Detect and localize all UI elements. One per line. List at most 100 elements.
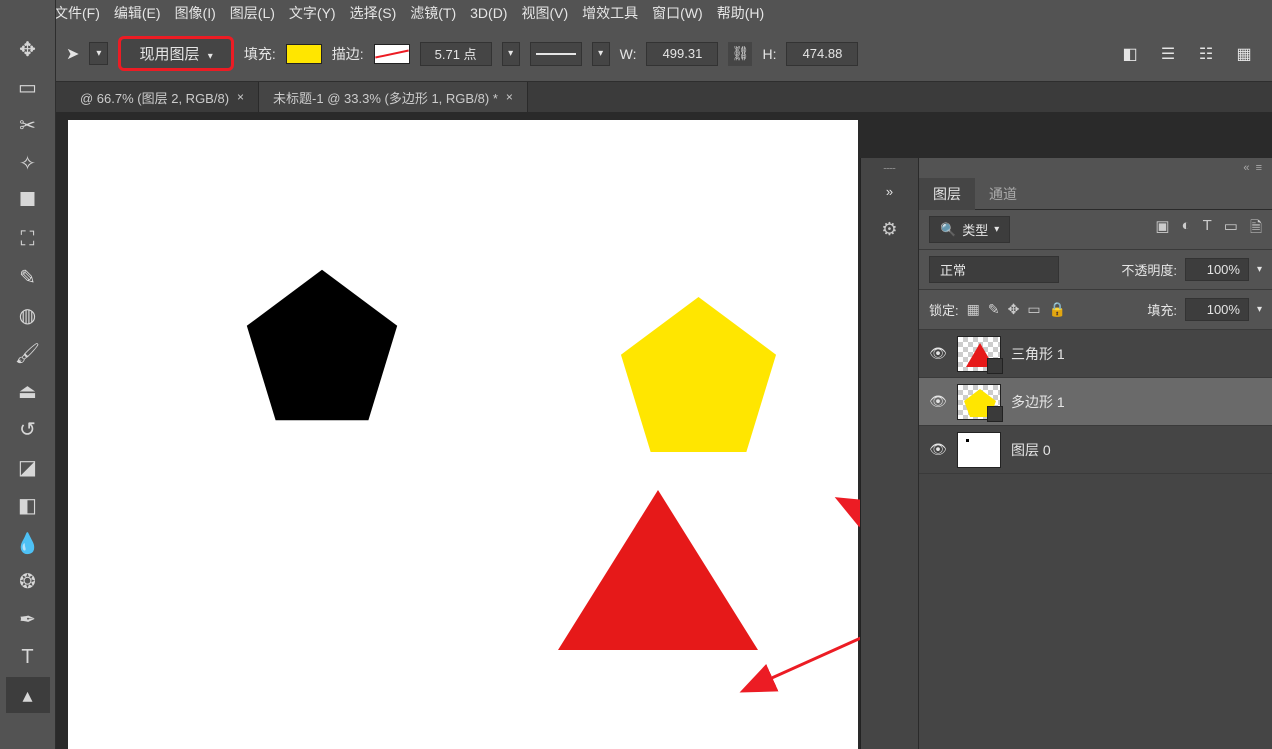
visibility-icon[interactable]: 👁: [929, 393, 947, 410]
tab-layers[interactable]: 图层: [919, 178, 975, 210]
menu-file[interactable]: 文件(F): [48, 1, 106, 25]
panel-dock: ┈┈ » ⚙: [861, 158, 919, 749]
blend-mode-dropdown[interactable]: 正常: [929, 256, 1059, 283]
panel-tabs: 图层 通道: [919, 178, 1272, 210]
align-edges-icon[interactable]: ◧: [1120, 44, 1140, 64]
type-tool[interactable]: T: [6, 639, 50, 675]
panels: ┈┈ » ⚙ « ≡ 图层 通道 🔍 类型 ▾ ▣ ◐ T ▭ 🗎: [860, 158, 1272, 749]
filter-adjust-icon[interactable]: ◐: [1182, 217, 1191, 242]
layer-row-polygon[interactable]: 👁 多边形 1: [919, 378, 1272, 426]
stamp-tool[interactable]: ⏏: [6, 373, 50, 409]
properties-panel-icon[interactable]: ⚙: [881, 219, 897, 240]
menu-layer[interactable]: 图层(L): [224, 1, 281, 25]
layer-row-background[interactable]: 👁 图层 0: [919, 426, 1272, 474]
lock-brush-icon[interactable]: ✎: [988, 301, 1000, 318]
lock-row: 锁定: ▦ ✎ ✥ ▭ 🔒 填充: 100% ▾: [919, 290, 1272, 330]
search-icon: 🔍: [940, 222, 956, 238]
filter-type-icon[interactable]: T: [1203, 217, 1212, 242]
options-right-icons: ◧ ☰ ☷ ▦: [1120, 44, 1272, 64]
opacity-arrow[interactable]: ▾: [1257, 264, 1262, 275]
panel-menu-icon[interactable]: ≡: [1256, 162, 1262, 174]
filter-kind-dropdown[interactable]: 🔍 类型 ▾: [929, 216, 1010, 243]
lock-all-icon[interactable]: 🔒: [1049, 301, 1066, 318]
path-options-icon[interactable]: ▦: [1234, 44, 1254, 64]
vector-mask-badge[interactable]: [987, 358, 1003, 374]
history-brush-tool[interactable]: ↺: [6, 411, 50, 447]
lock-position-icon[interactable]: ✥: [1008, 301, 1020, 318]
blur-tool[interactable]: 💧: [6, 525, 50, 561]
doc-tab-1-title: @ 66.7% (图层 2, RGB/8): [80, 88, 229, 107]
layer-name[interactable]: 图层 0: [1011, 440, 1051, 460]
fill-swatch[interactable]: [286, 44, 322, 64]
menu-select[interactable]: 选择(S): [344, 1, 403, 25]
eyedropper-tool[interactable]: ✎: [6, 259, 50, 295]
lock-artboard-icon[interactable]: ▭: [1027, 301, 1040, 318]
eraser-tool[interactable]: ◪: [6, 449, 50, 485]
dock-collapse-icon[interactable]: »: [886, 184, 893, 199]
layer-row-triangle[interactable]: 👁 三角形 1: [919, 330, 1272, 378]
filter-pixel-icon[interactable]: ▣: [1155, 217, 1169, 242]
close-icon[interactable]: ×: [237, 90, 244, 104]
canvas[interactable]: [68, 120, 858, 749]
layers-list: 👁 三角形 1 👁 多边形 1: [919, 330, 1272, 749]
wand-tool[interactable]: ✧: [6, 145, 50, 181]
frame-tool[interactable]: ⛶: [6, 221, 50, 257]
vector-mask-badge[interactable]: [987, 406, 1003, 422]
close-icon[interactable]: ×: [506, 90, 513, 104]
brush-tool[interactable]: 🖌: [6, 335, 50, 371]
w-field[interactable]: 499.31: [646, 42, 718, 66]
fill-opacity-field[interactable]: 100%: [1185, 298, 1249, 321]
menu-type[interactable]: 文字(Y): [283, 1, 342, 25]
menu-edit[interactable]: 编辑(E): [108, 1, 167, 25]
layer-name[interactable]: 多边形 1: [1011, 392, 1065, 412]
visibility-icon[interactable]: 👁: [929, 441, 947, 458]
layer-name[interactable]: 三角形 1: [1011, 344, 1065, 364]
tab-channels[interactable]: 通道: [975, 178, 1031, 210]
arrow-tool-icon[interactable]: ➤: [66, 44, 79, 64]
menu-help[interactable]: 帮助(H): [711, 1, 770, 25]
gradient-tool[interactable]: ◧: [6, 487, 50, 523]
menu-plugins[interactable]: 增效工具: [576, 1, 644, 25]
lock-pixels-icon[interactable]: ▦: [967, 301, 980, 318]
shape-triangle-red[interactable]: [553, 490, 763, 650]
doc-tab-2[interactable]: 未标题-1 @ 33.3% (多边形 1, RGB/8) * ×: [259, 82, 528, 112]
filter-smart-icon[interactable]: 🗎: [1250, 217, 1262, 242]
link-wh-icon[interactable]: ⛓: [728, 42, 752, 66]
path-align-icon[interactable]: ☰: [1158, 44, 1178, 64]
stroke-width-field[interactable]: 5.71 点: [420, 42, 492, 66]
tool-preset-dropdown[interactable]: ▾: [89, 42, 108, 65]
menu-view[interactable]: 视图(V): [515, 1, 574, 25]
menu-3d[interactable]: 3D(D): [464, 3, 513, 23]
sponge-tool[interactable]: ❂: [6, 563, 50, 599]
crop-tool[interactable]: ⯀: [6, 183, 50, 219]
layer-thumb[interactable]: [957, 432, 1001, 468]
h-field[interactable]: 474.88: [786, 42, 858, 66]
opacity-field[interactable]: 100%: [1185, 258, 1249, 281]
path-select-tool[interactable]: ▴: [6, 677, 50, 713]
w-label: W:: [620, 46, 637, 62]
shape-pentagon-black[interactable]: [242, 265, 402, 425]
move-tool[interactable]: ✥: [6, 31, 50, 67]
fill-opacity-arrow[interactable]: ▾: [1257, 304, 1262, 315]
doc-tab-1[interactable]: @ 66.7% (图层 2, RGB/8) ×: [66, 82, 259, 112]
document-tabs: @ 66.7% (图层 2, RGB/8) × 未标题-1 @ 33.3% (多…: [0, 82, 1272, 112]
panel-collapse-icon[interactable]: «: [1243, 162, 1249, 174]
shape-pentagon-yellow[interactable]: [616, 292, 781, 457]
lasso-tool[interactable]: ✂: [6, 107, 50, 143]
stroke-swatch[interactable]: [374, 44, 410, 64]
heal-tool[interactable]: ◍: [6, 297, 50, 333]
menu-image[interactable]: 图像(I): [169, 1, 222, 25]
path-arrange-icon[interactable]: ☷: [1196, 44, 1216, 64]
menu-filter[interactable]: 滤镜(T): [404, 1, 462, 25]
stroke-style-dropdown[interactable]: [530, 42, 582, 66]
pen-tool[interactable]: ✒: [6, 601, 50, 637]
stroke-style-arrow[interactable]: ▾: [592, 42, 610, 66]
visibility-icon[interactable]: 👁: [929, 345, 947, 362]
stroke-width-dropdown[interactable]: ▾: [502, 42, 520, 66]
marquee-tool[interactable]: ▭: [6, 69, 50, 105]
select-mode-dropdown[interactable]: 现用图层 ▾: [118, 36, 233, 71]
menu-window[interactable]: 窗口(W): [646, 1, 709, 25]
lock-label: 锁定:: [929, 300, 959, 319]
dock-grip[interactable]: ┈┈: [883, 164, 895, 184]
filter-shape-icon[interactable]: ▭: [1224, 217, 1238, 242]
